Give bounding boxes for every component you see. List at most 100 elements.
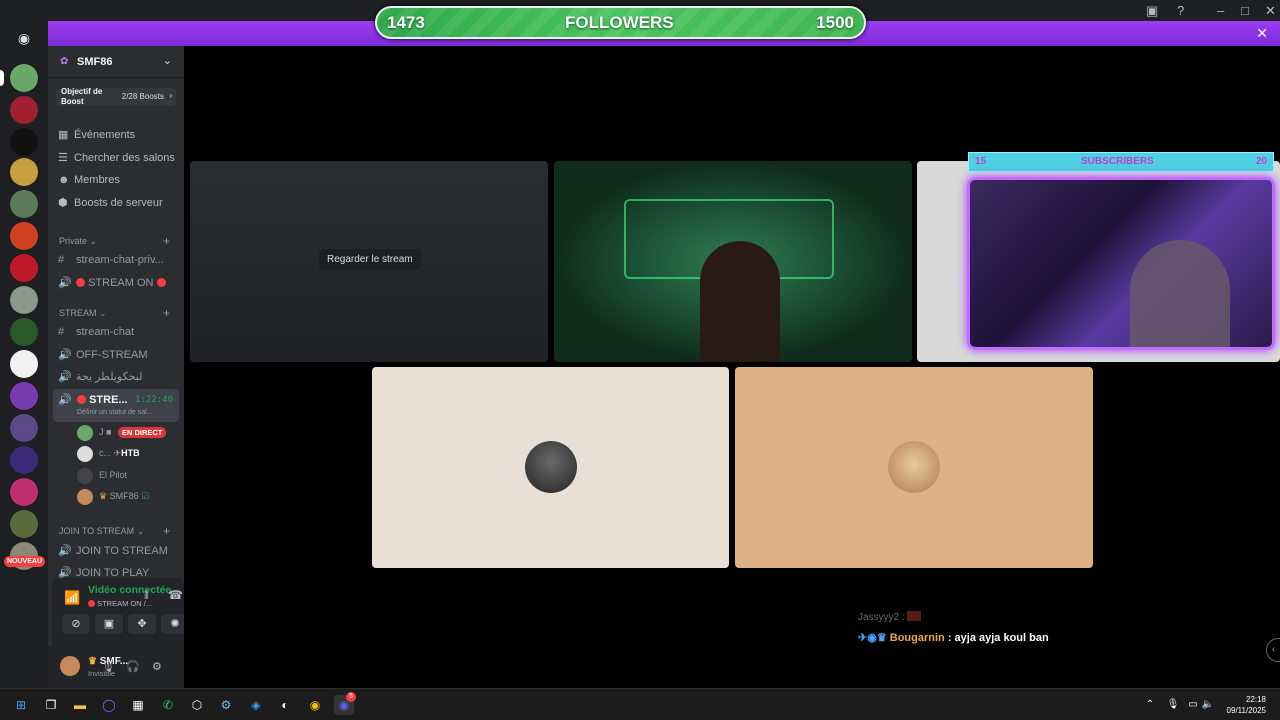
category-join[interactable]: JOIN TO STREAM ⌄ + bbox=[59, 524, 170, 538]
channel-stream-chat-private[interactable]: # stream-chat-priv... bbox=[58, 254, 164, 266]
server-icon[interactable] bbox=[10, 510, 38, 538]
copilot-icon[interactable]: ◯ bbox=[99, 695, 119, 715]
menu-events[interactable]: ▦ Événements bbox=[58, 128, 135, 141]
noise-suppression-icon[interactable]: ⦀ bbox=[144, 590, 149, 603]
boost-goal[interactable]: Objectif de Boost 2/28 Boosts › bbox=[56, 87, 176, 106]
menu-server-boosts[interactable]: ⬢ Boosts de serveur bbox=[58, 196, 163, 209]
server-icon[interactable] bbox=[10, 478, 38, 506]
voice-channel[interactable]: STREAM ON /... bbox=[88, 599, 152, 608]
server-name: SMF86 bbox=[77, 56, 113, 68]
maximize-button[interactable]: □ bbox=[1241, 3, 1249, 18]
clock-date: 09/11/2025 bbox=[1226, 706, 1266, 715]
minimize-button[interactable]: – bbox=[1217, 3, 1224, 18]
app-icon[interactable]: ▦ bbox=[128, 695, 148, 715]
red-dot-icon bbox=[156, 278, 166, 287]
channel-stream-on[interactable]: 🔊 STREAM ON bbox=[58, 276, 166, 289]
server-icon[interactable] bbox=[10, 382, 38, 410]
close-window-button[interactable]: ✕ bbox=[1265, 3, 1276, 19]
server-badge-icon: ✿ bbox=[60, 56, 69, 67]
server-icon[interactable] bbox=[10, 254, 38, 282]
task-view-icon[interactable]: ❐ bbox=[41, 695, 61, 715]
system-clock[interactable]: 22:18 09/11/2025 bbox=[1227, 694, 1266, 716]
channel-off-stream[interactable]: 🔊 OFF-STREAM bbox=[58, 348, 148, 361]
server-icon[interactable] bbox=[10, 158, 38, 186]
file-explorer-icon[interactable]: ▬ bbox=[70, 695, 90, 715]
selected-pill bbox=[0, 70, 4, 86]
followers-label: FOLLOWERS bbox=[565, 13, 674, 32]
followers-goal-bar: 1473 FOLLOWERS 1500 bbox=[375, 6, 866, 39]
screen-share-button[interactable]: ▣ bbox=[95, 614, 123, 634]
chevron-right-icon: › bbox=[169, 91, 172, 100]
stream-tile-preview[interactable]: Regarder le stream bbox=[190, 161, 548, 362]
participant-tile[interactable] bbox=[372, 367, 729, 568]
discord-taskbar-icon[interactable]: ◉ 5 bbox=[334, 692, 356, 715]
menu-browse-channels[interactable]: ☰ Chercher des salons bbox=[58, 151, 175, 164]
stream-tile-live[interactable] bbox=[554, 161, 912, 362]
server-header[interactable]: ✿ SMF86 ⌄ bbox=[48, 46, 184, 78]
gear-icon[interactable]: ⚙ bbox=[152, 660, 162, 673]
close-notice-button[interactable]: ✕ bbox=[1256, 25, 1268, 42]
app-icon[interactable]: ◈ bbox=[246, 695, 266, 715]
avatar[interactable] bbox=[60, 656, 80, 676]
subscribers-goal-bar: 15 SUBSCRIBERS 20 bbox=[968, 152, 1274, 172]
stream-area: Regarder le stream 15 SUBSCRIBERS 20 Jas… bbox=[184, 46, 1280, 688]
whatsapp-icon[interactable]: ✆ bbox=[158, 695, 178, 715]
windows-taskbar: ⊞ ❐ ▬ ◯ ▦ ✆ ⬡ ⚙ ◈ ◐ ◉ ◉ 5 ⌃ 🎙 ▭ 🔈 22:18 0… bbox=[0, 688, 1280, 720]
disconnect-icon[interactable]: ☎ bbox=[168, 588, 183, 602]
speaker-icon: 🔊 bbox=[58, 349, 72, 361]
category-stream[interactable]: STREAM ⌄ + bbox=[59, 306, 170, 320]
channel-join-to-stream[interactable]: 🔊 JOIN TO STREAM bbox=[58, 544, 168, 557]
microphone-icon[interactable]: 🎙 bbox=[1163, 695, 1183, 715]
list-icon: ☰ bbox=[58, 152, 68, 164]
menu-members[interactable]: ☻ Membres bbox=[58, 174, 120, 186]
add-channel-icon[interactable]: + bbox=[163, 524, 170, 538]
category-private[interactable]: Private ⌄ + bbox=[59, 234, 170, 248]
channel-sidebar: ✿ SMF86 ⌄ Objectif de Boost 2/28 Boosts … bbox=[48, 46, 189, 688]
server-rail: ◉ NOUVEAU bbox=[0, 22, 48, 688]
channel-status[interactable]: Définir un statut de sal... bbox=[77, 409, 152, 416]
channel-stream-chat[interactable]: # stream-chat bbox=[58, 326, 134, 338]
server-icon[interactable] bbox=[10, 222, 38, 250]
add-channel-icon[interactable]: + bbox=[163, 306, 170, 320]
add-channel-icon[interactable]: + bbox=[163, 234, 170, 248]
collapse-panel-button[interactable]: ‹ bbox=[1266, 638, 1280, 662]
channel-arabic[interactable]: 🔊 لبحكويلطر يحة bbox=[58, 370, 142, 383]
chevron-up-icon[interactable]: ⌃ bbox=[1140, 695, 1160, 715]
watch-stream-button[interactable]: Regarder le stream bbox=[319, 249, 421, 270]
participant-tile[interactable] bbox=[735, 367, 1093, 568]
avatar bbox=[77, 446, 93, 462]
server-icon[interactable] bbox=[10, 96, 38, 124]
chrome-icon[interactable]: ◉ bbox=[305, 695, 325, 715]
followers-goal: 1500 bbox=[816, 13, 854, 32]
camera-off-button[interactable]: ⊘ bbox=[62, 614, 90, 634]
help-icon[interactable]: ? bbox=[1177, 3, 1184, 18]
boost-label: Objectif de Boost bbox=[61, 87, 103, 106]
server-icon[interactable] bbox=[10, 190, 38, 218]
chevron-down-icon[interactable]: ⌄ bbox=[163, 54, 172, 67]
server-icon[interactable] bbox=[10, 414, 38, 442]
headphones-icon[interactable]: 🎧 bbox=[126, 660, 140, 673]
webcam-feed bbox=[967, 177, 1275, 350]
chat-line: Jassyyy2 : bbox=[858, 611, 1049, 623]
chat-overlay: Jassyyy2 : ✈◉♛ Bougarnin : ayja ayja kou… bbox=[858, 611, 1049, 644]
app-icon[interactable]: ⬡ bbox=[187, 695, 207, 715]
server-icon[interactable] bbox=[10, 446, 38, 474]
microphone-icon[interactable]: 🎙 bbox=[101, 660, 115, 673]
steam-icon[interactable]: ⚙ bbox=[216, 695, 236, 715]
boost-icon: ⬢ bbox=[58, 197, 68, 209]
server-icon[interactable] bbox=[10, 64, 38, 92]
discord-home-icon[interactable]: ◉ bbox=[10, 24, 38, 52]
badge-icons: ✈◉♛ bbox=[858, 632, 887, 644]
active-voice-channel[interactable]: 🔊 STRE... 1:22:40 Définir un statut de s… bbox=[53, 389, 179, 422]
volume-icon[interactable]: 🔈 bbox=[1198, 695, 1218, 715]
inbox-icon[interactable]: ▣ bbox=[1146, 3, 1158, 19]
windows-start-icon[interactable]: ⊞ bbox=[11, 695, 31, 715]
server-icon[interactable] bbox=[10, 286, 38, 314]
server-icon[interactable] bbox=[10, 318, 38, 346]
avatar bbox=[77, 489, 93, 505]
app-icon[interactable]: ◐ bbox=[275, 695, 295, 715]
server-icon[interactable] bbox=[10, 350, 38, 378]
red-dot-icon bbox=[77, 395, 86, 404]
server-icon[interactable] bbox=[10, 128, 38, 156]
activities-button[interactable]: ✥ bbox=[128, 614, 156, 634]
